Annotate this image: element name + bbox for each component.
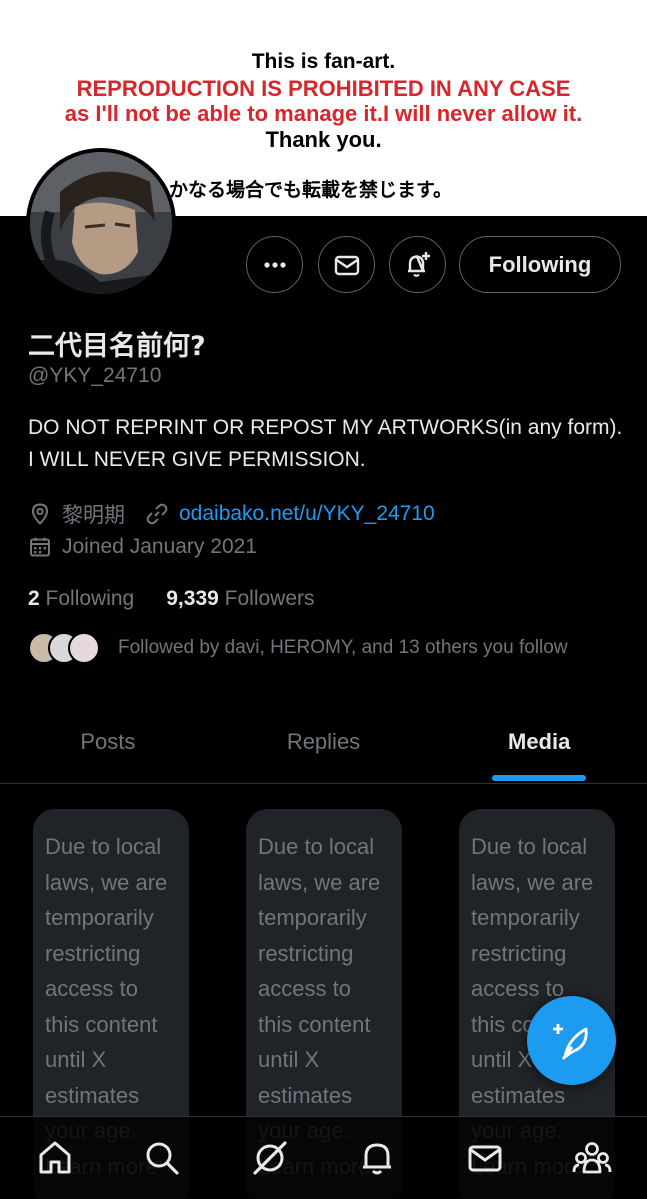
followers-stat[interactable]: 9,339 Followers [166,587,314,611]
nav-search[interactable] [137,1133,187,1183]
banner-line-1: This is fan-art. [251,50,396,73]
message-button[interactable] [318,236,375,293]
nav-home[interactable] [30,1133,80,1183]
follow-stats: 2 Following 9,339 Followers [28,587,315,611]
following-label: Following [45,587,135,610]
compose-post-button[interactable] [527,996,616,1085]
following-count: 2 [28,587,40,610]
followed-by-row[interactable]: Followed by davi, HEROMY, and 13 others … [28,632,568,664]
banner-line-5: いかなる場合でも転載を禁じます。 [150,179,453,201]
tab-media-label: Media [508,728,571,754]
tab-replies[interactable]: Replies [216,700,432,783]
display-name: 二代目名前何? [28,331,206,362]
banner-line-3: as I'll not be able to manage it.I will … [64,101,583,126]
bell-plus-icon [407,251,430,277]
notifications-toggle-button[interactable] [389,236,446,293]
user-handle: @YKY_24710 [28,364,162,387]
follower-avatar-3 [68,632,100,664]
following-stat[interactable]: 2 Following [28,587,134,611]
followers-count: 9,339 [166,587,219,610]
joined-row: Joined January 2021 [28,535,257,559]
location-text: 黎明期 [62,503,125,527]
messages-icon [468,1145,502,1172]
profile-bio: DO NOT REPRINT OR REPOST MY ARTWORKS(in … [28,416,623,471]
bottom-navigation [0,1116,647,1199]
nav-messages[interactable] [460,1133,510,1183]
nav-communities[interactable] [567,1133,617,1183]
nav-grok[interactable] [245,1133,295,1183]
joined-date: Joined January 2021 [62,535,257,558]
tab-posts[interactable]: Posts [0,700,216,783]
location-pin-icon [31,503,49,525]
search-icon [146,1142,179,1175]
profile-avatar[interactable] [26,148,176,298]
nav-notifications[interactable] [352,1133,402,1183]
profile-tabs: Posts Replies Media [0,700,647,784]
grok-icon [253,1141,287,1175]
tab-posts-label: Posts [80,728,136,754]
following-button[interactable]: Following [459,236,621,293]
communities-icon [572,1142,612,1174]
active-tab-indicator [492,775,587,781]
more-dots-icon [263,261,286,268]
compose-feather-icon [552,1023,588,1060]
more-options-button[interactable] [246,236,303,293]
profile-website-link[interactable]: odaibako.net/u/YKY_24710 [179,502,435,526]
calendar-icon [30,537,50,557]
banner-line-2: REPRODUCTION IS PROHIBITED IN ANY CASE [76,76,571,101]
avatar-image [30,152,172,294]
mail-icon [334,255,359,275]
home-icon [39,1141,71,1174]
followers-label: Followers [224,587,315,610]
notifications-icon [363,1143,392,1175]
profile-meta-row: 黎明期 odaibako.net/u/YKY_24710 [28,499,435,529]
link-icon [146,503,168,525]
tab-media[interactable]: Media [431,700,647,783]
followed-by-text: Followed by davi, HEROMY, and 13 others … [118,637,568,658]
tab-replies-label: Replies [286,728,361,754]
